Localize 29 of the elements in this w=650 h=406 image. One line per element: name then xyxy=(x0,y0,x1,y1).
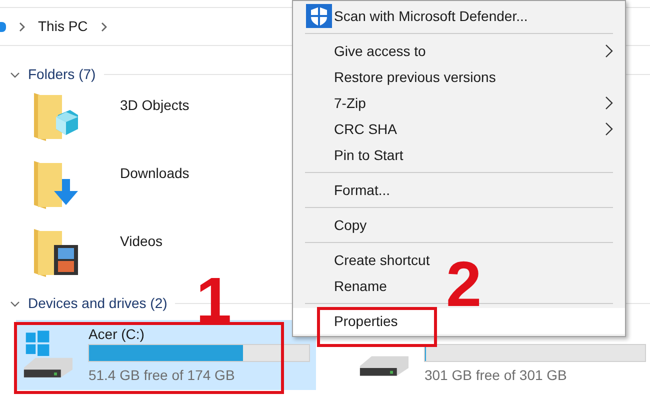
drive-free-space: 51.4 GB free of 174 GB xyxy=(88,366,236,385)
drive-free-space: 301 GB free of 301 GB xyxy=(424,366,568,385)
menu-item[interactable]: Pin to Start xyxy=(334,142,416,168)
breadcrumb-item[interactable]: This PC xyxy=(38,16,88,37)
folder-film-icon xyxy=(32,227,78,279)
menu-item[interactable]: CRC SHA xyxy=(293,116,625,142)
group-header[interactable]: Devices and drives (2) xyxy=(28,293,168,314)
menu-item[interactable]: Rename xyxy=(334,273,399,299)
folder-download-icon xyxy=(32,159,78,211)
folder-name[interactable]: Videos xyxy=(120,231,163,252)
collapse-chevron-icon[interactable] xyxy=(10,70,20,80)
menu-item[interactable]: Copy xyxy=(334,212,379,238)
menu-item[interactable]: Properties xyxy=(293,308,625,334)
folder-name[interactable]: 3D Objects xyxy=(120,95,190,116)
shield-icon xyxy=(306,4,332,28)
annotation-number: 2 xyxy=(446,258,482,310)
collapse-chevron-icon[interactable] xyxy=(10,298,20,308)
chevron-icon[interactable] xyxy=(18,22,26,32)
menu-item[interactable]: Create shortcut xyxy=(334,247,442,273)
folder-name[interactable]: Downloads xyxy=(120,163,190,184)
menu-item[interactable]: Restore previous versions xyxy=(334,64,508,90)
folder-cube-icon xyxy=(32,91,78,143)
menu-item[interactable]: Scan with Microsoft Defender... xyxy=(334,3,540,29)
chevron-icon[interactable] xyxy=(100,22,108,32)
menu-item[interactable]: Format... xyxy=(334,177,402,203)
menu-item[interactable]: 7-Zip xyxy=(293,90,625,116)
drive-name: Acer (C:) xyxy=(88,325,146,341)
group-header[interactable]: Folders (7) xyxy=(28,64,96,85)
menu-item[interactable]: Give access to xyxy=(293,38,625,64)
